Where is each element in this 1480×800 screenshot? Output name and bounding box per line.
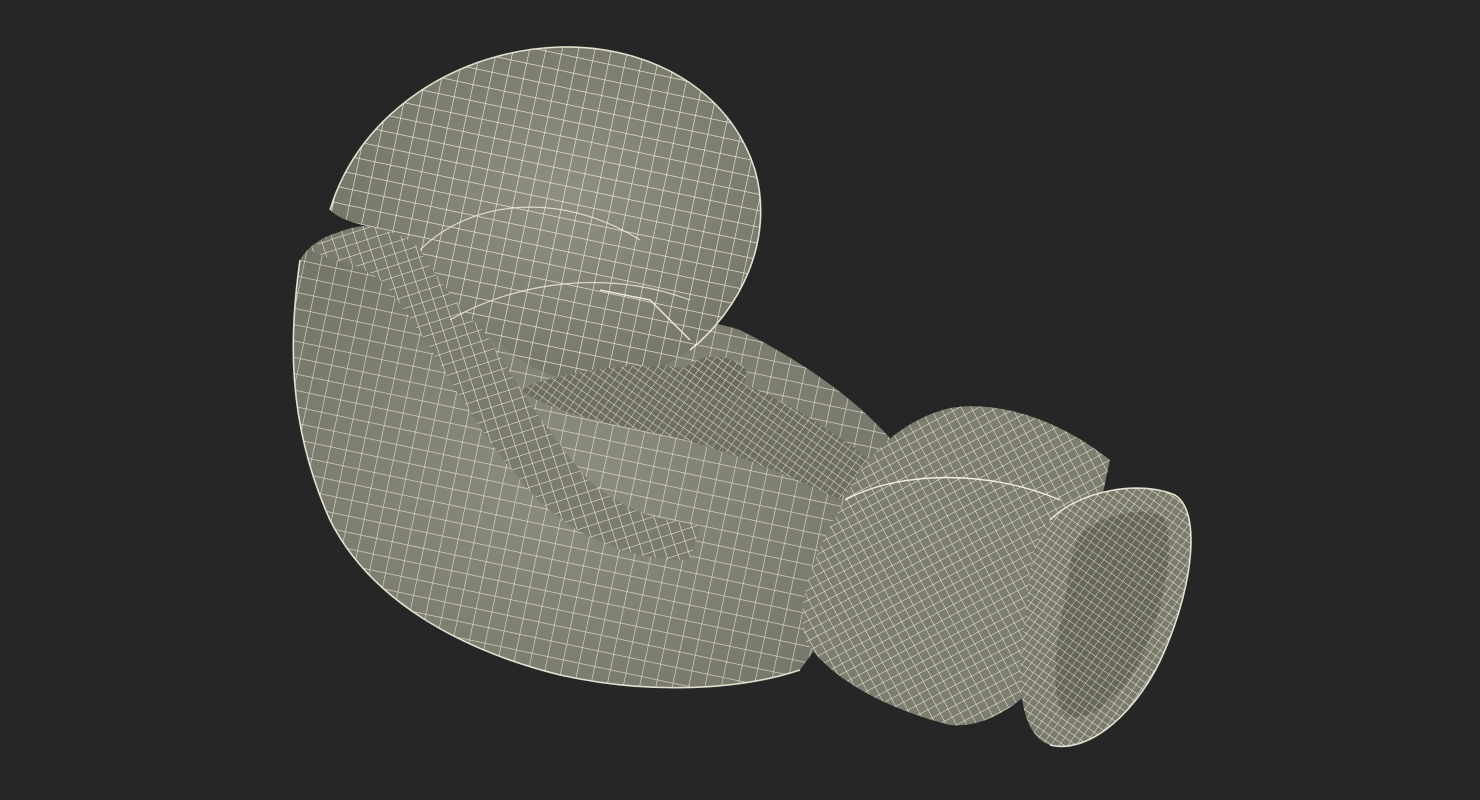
boxing-glove-wireframe [292,46,1192,748]
glove-cuff-opening [1020,488,1192,747]
render-viewport [0,0,1480,800]
